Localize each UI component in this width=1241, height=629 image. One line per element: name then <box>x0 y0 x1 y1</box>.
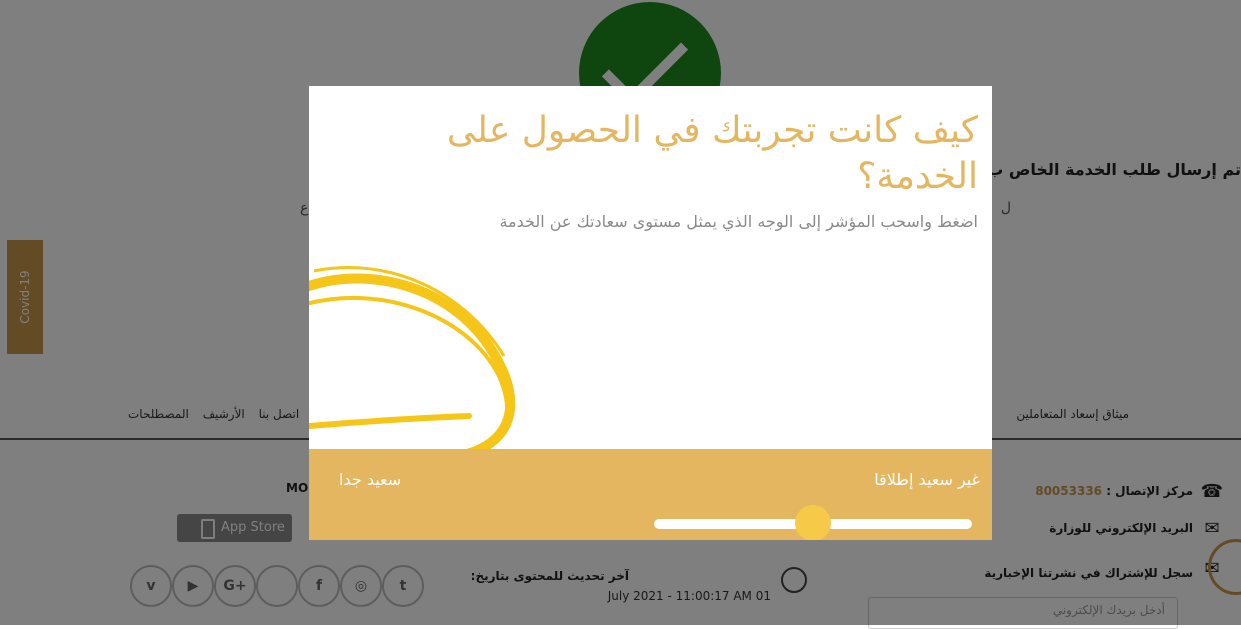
happiness-slider-thumb[interactable] <box>795 505 831 540</box>
face-icon <box>309 266 516 456</box>
feedback-modal: كيف كانت تجربتك في الحصول على الخدمة؟ اض… <box>309 86 992 540</box>
modal-title: كيف كانت تجربتك في الحصول على الخدمة؟ <box>446 110 978 197</box>
label-unhappy: غير سعيد إطلاقا <box>874 470 980 489</box>
rating-bar: غير سعيد إطلاقا سعيد جدا <box>309 449 992 540</box>
modal-subtitle: اضغط واسحب المؤشر إلى الوجه الذي يمثل مس… <box>499 212 978 231</box>
label-happy: سعيد جدا <box>339 470 402 489</box>
